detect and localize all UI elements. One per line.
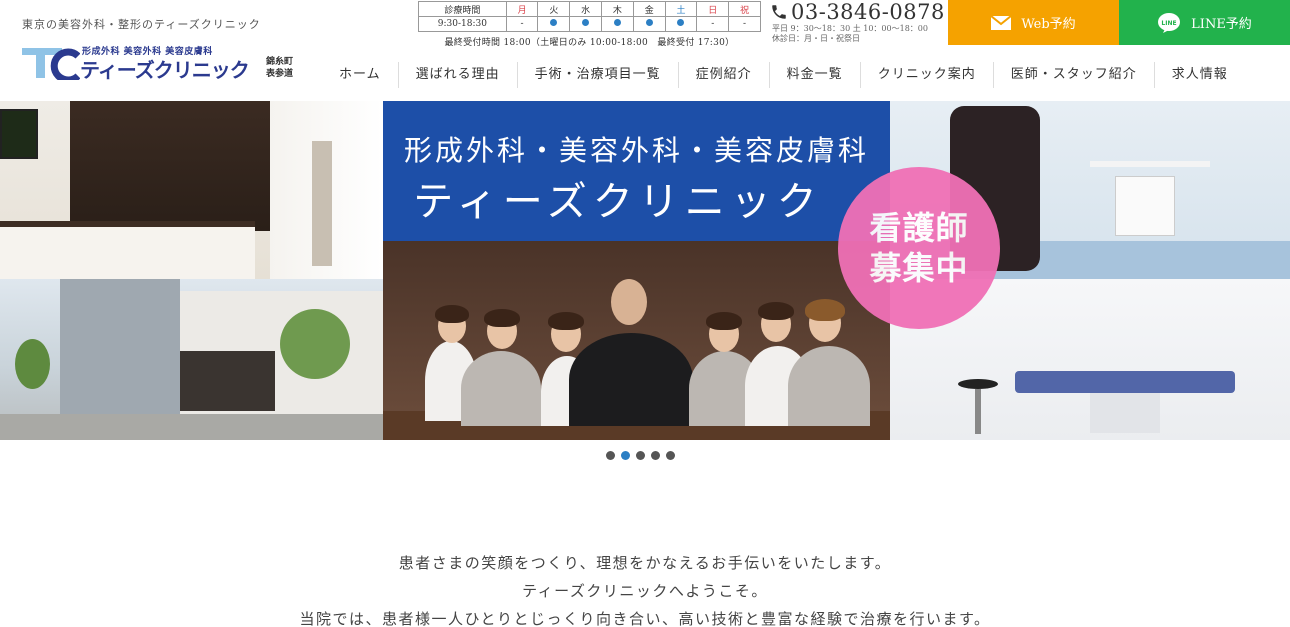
nav-item-cases[interactable]: 症例紹介 [677, 62, 769, 88]
line-app-icon: LINE [1158, 12, 1181, 33]
hours-cell [632, 16, 666, 32]
hours-label-time: 9:30-18:30 [418, 16, 507, 32]
slider-pagination [606, 451, 681, 460]
open-dot-icon [582, 19, 590, 26]
recruit-badge-line2: 募集中 [869, 249, 969, 287]
nav-item-recruit[interactable]: 求人情報 [1153, 62, 1245, 88]
open-dot-icon [550, 19, 558, 26]
web-reservation-button[interactable]: Web予約 [948, 0, 1119, 45]
hours-day-sun: 日 [696, 1, 730, 17]
main-nav: ホーム 選ばれる理由 手術・治療項目一覧 症例紹介 料金一覧 クリニック案内 医… [322, 62, 1245, 88]
phone-closed-days: 休診日：月・日・祝祭日 [772, 34, 860, 43]
hours-label-header: 診療時間 [418, 1, 507, 17]
photo-building-exterior [0, 279, 383, 440]
hero-banner-specialties: 形成外科・美容外科・美容皮膚科 [403, 134, 869, 167]
open-dot-icon [613, 19, 621, 26]
open-dot-icon [677, 19, 685, 26]
hours-day-fri: 金 [632, 1, 666, 17]
line-reservation-label: LINE予約 [1191, 17, 1252, 32]
logo-mark-icon [22, 48, 80, 80]
slider-dot-5[interactable] [666, 451, 675, 460]
logo-locations: 錦糸町 表参道 [266, 56, 296, 80]
site-logo[interactable]: 形成外科 美容外科 美容皮膚科 ティーズクリニック 錦糸町 表参道 [22, 44, 302, 82]
hours-cell [664, 16, 698, 32]
svg-text:LINE: LINE [1162, 20, 1177, 27]
hero-banner: 形成外科・美容外科・美容皮膚科 ティーズクリニック [383, 101, 890, 241]
hours-cell [569, 16, 603, 32]
nav-item-staff[interactable]: 医師・スタッフ紹介 [992, 62, 1154, 88]
hours-cell: - [696, 16, 730, 32]
hours-day-thu: 木 [601, 1, 634, 17]
recruit-badge-line1: 看護師 [869, 209, 969, 247]
mail-icon [991, 15, 1012, 30]
nav-item-reasons[interactable]: 選ばれる理由 [397, 62, 517, 88]
logo-name: ティーズクリニック [80, 58, 250, 82]
clinic-hours: 診療時間 月 火 水 木 金 土 日 祝 9:30-18:30 - - - 最終… [418, 1, 761, 48]
intro-line-2: ティーズクリニックへようこそ。 [522, 582, 768, 600]
slider-dot-4[interactable] [651, 451, 660, 460]
nav-item-clinic[interactable]: クリニック案内 [859, 62, 993, 88]
intro-line-3: 当院では、患者様一人ひとりとじっくり向き合い、高い技術と豊富な経験で治療を行いま… [299, 610, 991, 627]
phone-icon [772, 5, 786, 19]
phone-block[interactable]: 03-3846-0878 平日 9：30〜18：30 土 10：00〜18：00… [770, 0, 945, 44]
hours-cell: - [505, 16, 539, 32]
hours-cell [537, 16, 571, 32]
nav-item-prices[interactable]: 料金一覧 [768, 62, 860, 88]
hours-day-holiday: 祝 [728, 1, 761, 17]
hours-day-sat: 土 [664, 1, 698, 17]
logo-location-1: 錦糸町 [266, 57, 294, 67]
hero-banner-clinic-name: ティーズクリニック [413, 179, 823, 225]
intro-line-1: 患者さまの笑顔をつくり、理想をかなえるお手伝いをいたします。 [398, 554, 892, 572]
hours-cell: - [728, 16, 761, 32]
logo-location-2: 表参道 [266, 69, 294, 79]
hours-table: 診療時間 月 火 水 木 金 土 日 祝 9:30-18:30 - - - [418, 1, 761, 32]
slider-dot-1[interactable] [606, 451, 615, 460]
intro-message: 患者さまの笑顔をつくり、理想をかなえるお手伝いをいたします。 ティーズクリニック… [0, 549, 1290, 627]
site-header: 東京の美容外科・整形のティーズクリニック 形成外科 美容外科 美容皮膚科 ティー… [0, 0, 1290, 100]
phone-hours: 平日 9：30〜18：30 土 10：00〜18：00 [772, 24, 928, 33]
nav-item-home[interactable]: ホーム [322, 62, 398, 88]
open-dot-icon [645, 19, 653, 26]
photo-lobby [0, 101, 383, 279]
web-reservation-label: Web予約 [1021, 17, 1076, 32]
site-tagline: 東京の美容外科・整形のティーズクリニック [22, 18, 261, 31]
line-reservation-button[interactable]: LINE LINE予約 [1119, 0, 1290, 45]
slider-dot-3[interactable] [636, 451, 645, 460]
phone-number[interactable]: 03-3846-0878 [791, 0, 945, 24]
nurse-recruit-badge[interactable]: 看護師 募集中 [838, 167, 1000, 329]
hours-day-tue: 火 [537, 1, 571, 17]
hours-day-mon: 月 [505, 1, 539, 17]
photo-staff-banner: 形成外科・美容外科・美容皮膚科 ティーズクリニック [383, 101, 890, 440]
hours-cell [601, 16, 634, 32]
hero-slider[interactable]: 形成外科・美容外科・美容皮膚科 ティーズクリニック 看護師 募集中 [0, 101, 1290, 440]
nav-item-treatments[interactable]: 手術・治療項目一覧 [516, 62, 678, 88]
hours-day-wed: 水 [569, 1, 603, 17]
hours-note: 最終受付時間 18:00（土曜日のみ 10:00-18:00 最終受付 17:3… [444, 38, 735, 48]
slider-dot-2[interactable] [621, 451, 630, 460]
